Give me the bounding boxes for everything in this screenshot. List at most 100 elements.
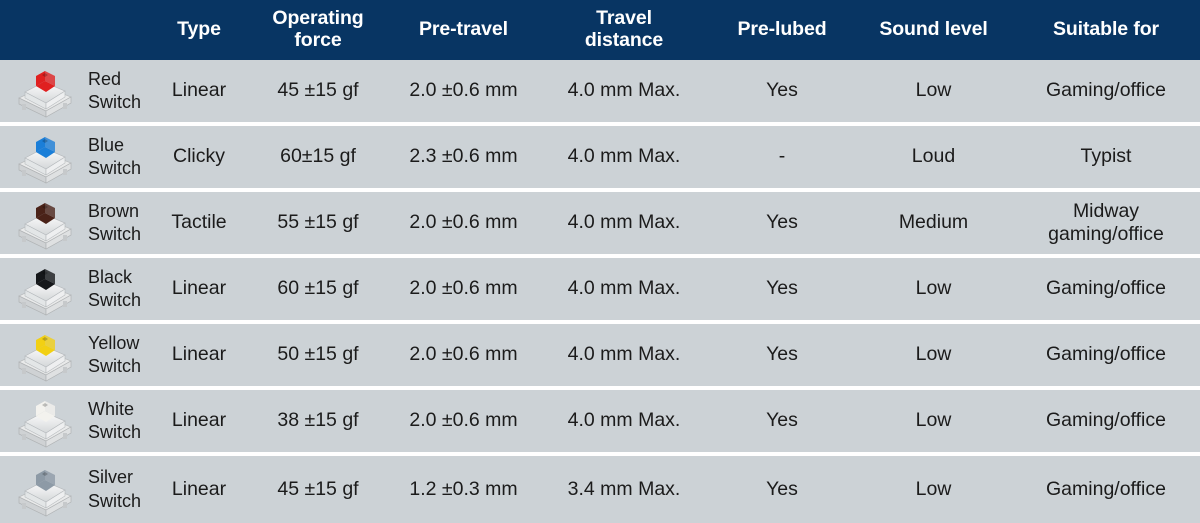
cell-pre-lubed: Yes (766, 409, 798, 432)
cell-type: Linear (171, 409, 227, 432)
switch-name-line2: Switch (88, 92, 142, 112)
suitable-for-line1: Gaming/office (1046, 477, 1166, 500)
suitable-for-line1: Gaming/office (1046, 409, 1166, 432)
cell-suitable-for: Gaming/office (1012, 277, 1200, 300)
switch-name-line2: Switch (88, 356, 142, 376)
switch-illustration-svg (18, 401, 72, 448)
cell-pre-lubed: Yes (766, 277, 798, 300)
cell-sound-level: Low (915, 79, 952, 102)
cell-sound-level: Low (915, 409, 952, 432)
header-cell-suitable-for: Suitable for (1012, 18, 1200, 41)
switch-name-line1: Brown (88, 200, 140, 221)
cell-switch-image (0, 394, 88, 448)
cell-travel-distance: 4.0 mm Max. (567, 145, 681, 168)
cell-pre-travel: 2.0 ±0.6 mm (409, 409, 518, 432)
header-cell-pre-travel: Pre-travel (388, 18, 539, 41)
cell-sound-level: Low (915, 343, 952, 366)
table-body: Red Switch Linear 45 ±15 gf 2.0 ±0.6 mm … (0, 60, 1200, 523)
header-sound-level-label: Sound level (879, 18, 988, 41)
cell-switch-image (0, 64, 88, 118)
switch-name-line1: Black (88, 266, 133, 287)
table-row: Brown Switch Tactile 55 ±15 gf 2.0 ±0.6 … (0, 192, 1200, 254)
table-row: Yellow Switch Linear 50 ±15 gf 2.0 ±0.6 … (0, 324, 1200, 386)
header-cell-type: Type (150, 18, 248, 41)
cell-pre-travel: 2.0 ±0.6 mm (409, 343, 518, 366)
header-pre-lubed-label: Pre-lubed (737, 18, 827, 41)
cell-travel-distance: 4.0 mm Max. (567, 211, 681, 234)
table-row: Blue Switch Clicky 60±15 gf 2.3 ±0.6 mm … (0, 126, 1200, 188)
suitable-for-line1: Midway (1072, 199, 1140, 222)
cell-switch-image (0, 262, 88, 316)
suitable-for-line2: gaming/office (1048, 223, 1164, 245)
cell-switch-name: Silver Switch (88, 466, 150, 512)
switch-illustration-svg (18, 137, 72, 184)
cell-pre-lubed: Yes (766, 211, 798, 234)
cell-type: Linear (171, 343, 227, 366)
switch-name-line1: Blue (88, 134, 125, 155)
cell-switch-name: Brown Switch (88, 200, 150, 246)
cell-pre-lubed: Yes (766, 343, 798, 366)
cell-suitable-for: Gaming/office (1012, 478, 1200, 501)
cell-switch-name: Yellow Switch (88, 332, 150, 378)
header-type-label: Type (177, 18, 221, 41)
cell-operating-force: 60±15 gf (280, 145, 356, 168)
cell-pre-travel: 2.0 ±0.6 mm (409, 277, 518, 300)
cell-switch-image (0, 196, 88, 250)
table-row: White Switch Linear 38 ±15 gf 2.0 ±0.6 m… (0, 390, 1200, 452)
cell-suitable-for: Midway gaming/office (1012, 200, 1200, 247)
cell-type: Linear (171, 79, 227, 102)
header-cell-sound-level: Sound level (855, 18, 1012, 41)
cell-travel-distance: 3.4 mm Max. (567, 477, 681, 500)
cell-switch-image (0, 463, 88, 517)
header-cell-travel-distance: Travel distance (539, 7, 709, 52)
switch-comparison-table: Type Operating force Pre-travel Travel d… (0, 0, 1200, 523)
cell-sound-level: Low (915, 277, 952, 300)
header-pre-travel-label: Pre-travel (419, 18, 508, 41)
cell-operating-force: 45 ±15 gf (277, 477, 359, 500)
table-row: Silver Switch Linear 45 ±15 gf 1.2 ±0.3 … (0, 456, 1200, 523)
cell-type: Linear (171, 277, 227, 300)
cell-pre-travel: 2.3 ±0.6 mm (409, 145, 518, 168)
cell-type: Clicky (173, 145, 225, 168)
header-suitable-for-label: Suitable for (1052, 18, 1160, 41)
cell-pre-travel: 2.0 ±0.6 mm (409, 79, 518, 102)
cell-travel-distance: 4.0 mm Max. (567, 343, 681, 366)
suitable-for-line1: Gaming/office (1046, 343, 1166, 366)
cell-pre-lubed: - (778, 145, 786, 168)
cell-operating-force: 50 ±15 gf (277, 343, 359, 366)
switch-name-line1: Red (88, 68, 122, 89)
cell-sound-level: Medium (898, 211, 969, 234)
table-header-row: Type Operating force Pre-travel Travel d… (0, 0, 1200, 60)
cell-sound-level: Low (915, 477, 952, 500)
switch-illustration-svg (18, 469, 72, 517)
switch-name-line1: Yellow (88, 332, 140, 353)
table-row: Red Switch Linear 45 ±15 gf 2.0 ±0.6 mm … (0, 60, 1200, 122)
cell-pre-travel: 2.0 ±0.6 mm (409, 211, 518, 234)
cell-pre-lubed: Yes (766, 477, 798, 500)
switch-name-line1: Silver (88, 467, 134, 488)
cell-switch-image (0, 328, 88, 382)
header-operating-force-label-line2: force (294, 29, 342, 51)
cell-operating-force: 60 ±15 gf (277, 277, 359, 300)
header-cell-operating-force: Operating force (248, 7, 388, 52)
cell-switch-name: Blue Switch (88, 134, 150, 180)
cell-sound-level: Loud (911, 145, 956, 168)
cell-type: Tactile (171, 211, 227, 234)
cell-switch-name: Red Switch (88, 68, 150, 114)
cell-suitable-for: Gaming/office (1012, 79, 1200, 102)
switch-name-line2: Switch (88, 290, 142, 310)
header-travel-distance-label-line2: distance (584, 29, 664, 51)
cell-suitable-for: Gaming/office (1012, 409, 1200, 432)
cell-operating-force: 55 ±15 gf (277, 211, 359, 234)
cell-operating-force: 38 ±15 gf (277, 409, 359, 432)
header-operating-force-label-line1: Operating (272, 7, 364, 30)
cell-operating-force: 45 ±15 gf (277, 79, 359, 102)
cell-switch-name: Black Switch (88, 266, 150, 312)
switch-name-line2: Switch (88, 422, 142, 442)
switch-illustration-svg (18, 71, 72, 118)
switch-illustration-svg (18, 269, 72, 316)
switch-name-line2: Switch (88, 490, 142, 511)
cell-switch-name: White Switch (88, 398, 150, 444)
header-travel-distance-label-line1: Travel (596, 7, 652, 30)
cell-travel-distance: 4.0 mm Max. (567, 277, 681, 300)
